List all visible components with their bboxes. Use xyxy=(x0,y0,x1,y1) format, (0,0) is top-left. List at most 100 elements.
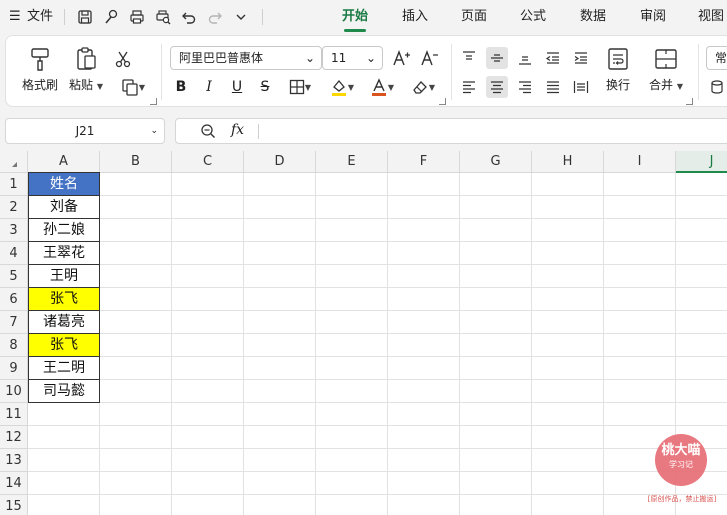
chevron-down-icon[interactable] xyxy=(232,8,250,26)
row-header-10[interactable]: 10 xyxy=(0,380,28,403)
hamburger-icon[interactable]: ☰ xyxy=(9,0,21,34)
print-preview-icon[interactable] xyxy=(154,8,172,26)
paste-button[interactable]: 粘贴 ▼ xyxy=(69,46,103,93)
font-launcher-icon[interactable] xyxy=(439,98,446,105)
merge-button[interactable]: 合并 ▼ xyxy=(649,46,683,93)
row-header-15[interactable]: 15 xyxy=(0,495,28,515)
tab-insert[interactable]: 插入 xyxy=(402,0,428,34)
gridline-horizontal xyxy=(28,356,727,357)
row-header-13[interactable]: 13 xyxy=(0,449,28,472)
align-top-icon[interactable] xyxy=(458,47,480,69)
row-header-9[interactable]: 9 xyxy=(0,357,28,380)
font-size-select[interactable]: 11 ⌄ xyxy=(322,46,383,70)
wrap-text-button[interactable]: 换行 xyxy=(606,46,630,93)
number-format-select[interactable]: 常 xyxy=(706,46,727,70)
font-name-select[interactable]: 阿里巴巴普惠体 ⌄ xyxy=(170,46,322,70)
save-icon[interactable] xyxy=(76,8,94,26)
row-header-7[interactable]: 7 xyxy=(0,311,28,334)
column-header-c[interactable]: C xyxy=(172,151,244,173)
fill-color-button[interactable]: ▼ xyxy=(324,76,360,98)
separator xyxy=(258,124,259,139)
column-header-e[interactable]: E xyxy=(316,151,388,173)
copy-button[interactable]: ▼ xyxy=(116,76,150,98)
column-header-g[interactable]: G xyxy=(460,151,532,173)
font-color-button[interactable]: ▼ xyxy=(364,76,400,98)
zoom-icon[interactable] xyxy=(200,123,216,142)
row-header-14[interactable]: 14 xyxy=(0,472,28,495)
row-header-8[interactable]: 8 xyxy=(0,334,28,357)
align-right-icon[interactable] xyxy=(514,76,536,98)
strikethrough-icon[interactable]: S xyxy=(254,76,276,98)
row-header-3[interactable]: 3 xyxy=(0,219,28,242)
currency-icon[interactable] xyxy=(706,76,727,98)
decrease-indent-icon[interactable] xyxy=(542,47,564,69)
borders-icon xyxy=(289,79,305,95)
column-header-i[interactable]: I xyxy=(604,151,676,173)
format-brush-icon[interactable] xyxy=(102,8,120,26)
tab-view[interactable]: 视图 xyxy=(698,0,724,34)
format-painter-button[interactable]: 格式刷 xyxy=(22,46,58,93)
decrease-font-icon[interactable] xyxy=(419,47,441,69)
header-cell[interactable]: 姓名 xyxy=(28,172,100,196)
alignment-launcher-icon[interactable] xyxy=(686,98,693,105)
align-left-icon[interactable] xyxy=(458,76,480,98)
tab-data[interactable]: 数据 xyxy=(580,0,606,34)
tab-page[interactable]: 页面 xyxy=(461,0,487,34)
undo-icon[interactable] xyxy=(180,8,198,26)
italic-icon[interactable]: I xyxy=(198,76,220,98)
cut-icon[interactable] xyxy=(112,48,134,70)
format-painter-icon xyxy=(31,48,49,71)
table-cell[interactable]: 王翠花 xyxy=(28,242,100,265)
redo-icon[interactable] xyxy=(206,8,224,26)
column-header-b[interactable]: B xyxy=(100,151,172,173)
row-header-4[interactable]: 4 xyxy=(0,242,28,265)
column-header-d[interactable]: D xyxy=(244,151,316,173)
column-header-f[interactable]: F xyxy=(388,151,460,173)
number-format-value: 常 xyxy=(715,51,727,65)
table-cell[interactable]: 诸葛亮 xyxy=(28,311,100,334)
table-cell[interactable]: 张飞 xyxy=(28,334,100,357)
tab-formula[interactable]: 公式 xyxy=(520,0,546,34)
row-header-12[interactable]: 12 xyxy=(0,426,28,449)
column-header-j[interactable]: J xyxy=(676,151,727,173)
column-header-h[interactable]: H xyxy=(532,151,604,173)
tab-review[interactable]: 审阅 xyxy=(640,0,666,34)
row-header-5[interactable]: 5 xyxy=(0,265,28,288)
distributed-align-icon[interactable] xyxy=(570,76,592,98)
chevron-down-icon[interactable]: ⌄ xyxy=(150,119,158,143)
watermark-logo: 桃大喵 学习记 xyxy=(655,434,707,486)
table-cell[interactable]: 张飞 xyxy=(28,288,100,311)
increase-font-icon[interactable] xyxy=(391,47,413,69)
table-cell[interactable]: 司马懿 xyxy=(28,380,100,403)
row-header-6[interactable]: 6 xyxy=(0,288,28,311)
chevron-down-icon: ▼ xyxy=(138,82,146,92)
align-center-icon[interactable] xyxy=(486,76,508,98)
align-middle-icon[interactable] xyxy=(486,47,508,69)
print-icon[interactable] xyxy=(128,8,146,26)
gridline-horizontal xyxy=(28,195,727,196)
separator xyxy=(262,9,263,25)
fx-icon[interactable]: fx xyxy=(231,122,244,138)
table-cell[interactable]: 孙二娘 xyxy=(28,219,100,242)
increase-indent-icon[interactable] xyxy=(570,47,592,69)
underline-icon[interactable]: U xyxy=(226,76,248,98)
justify-icon[interactable] xyxy=(542,76,564,98)
separator xyxy=(64,9,65,25)
tab-home[interactable]: 开始 xyxy=(342,0,368,34)
gridline-horizontal xyxy=(28,402,727,403)
row-header-1[interactable]: 1 xyxy=(0,173,28,196)
borders-button[interactable]: ▼ xyxy=(284,76,316,98)
clear-format-button[interactable]: ▼ xyxy=(405,76,441,98)
row-header-11[interactable]: 11 xyxy=(0,403,28,426)
bold-icon[interactable]: B xyxy=(170,76,192,98)
name-box[interactable]: J21 ⌄ xyxy=(5,118,165,144)
select-all-corner[interactable] xyxy=(0,151,28,173)
table-cell[interactable]: 王二明 xyxy=(28,357,100,380)
column-header-a[interactable]: A xyxy=(28,151,100,173)
table-cell[interactable]: 王明 xyxy=(28,265,100,288)
table-cell[interactable]: 刘备 xyxy=(28,196,100,219)
clipboard-launcher-icon[interactable] xyxy=(150,98,157,105)
row-header-2[interactable]: 2 xyxy=(0,196,28,219)
align-bottom-icon[interactable] xyxy=(514,47,536,69)
file-menu[interactable]: 文件 xyxy=(27,0,53,34)
